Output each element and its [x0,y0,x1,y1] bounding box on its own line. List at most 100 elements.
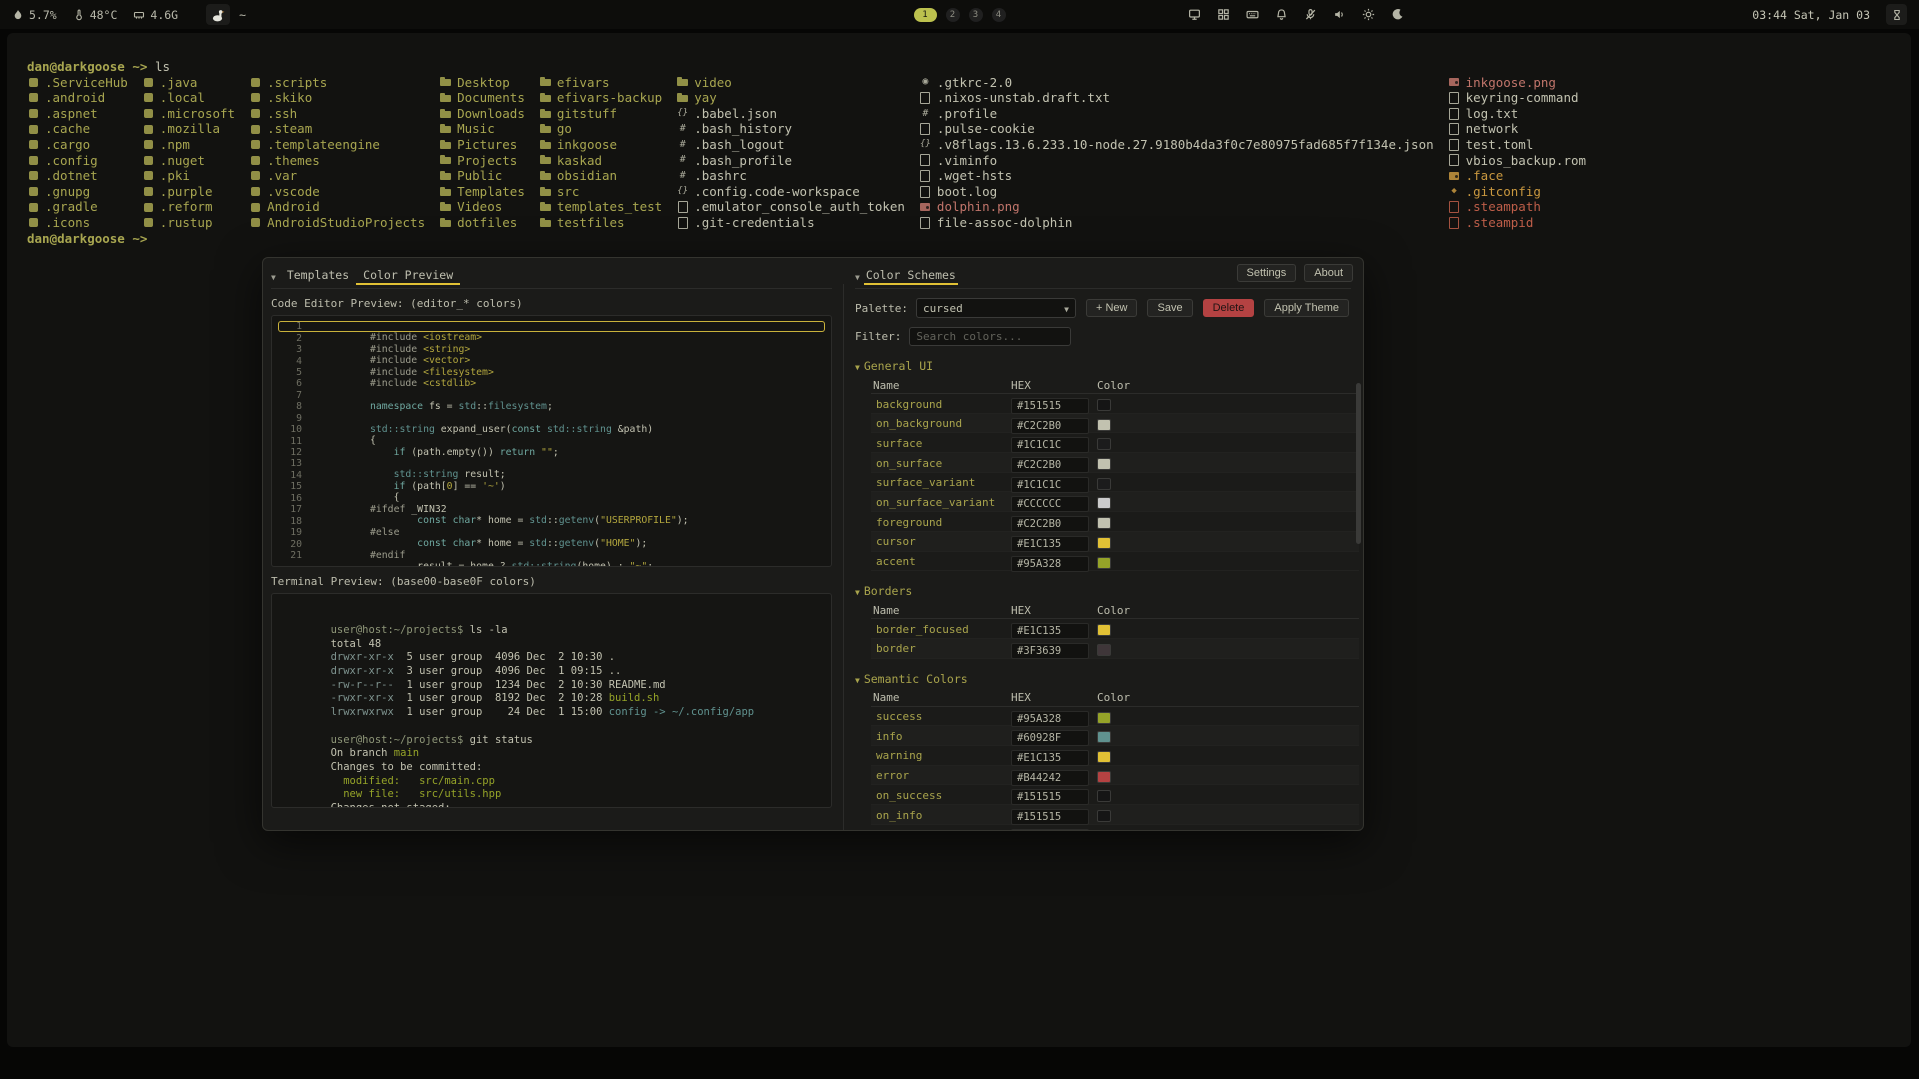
color-swatch[interactable] [1097,557,1111,569]
line-number: 10 [278,424,302,435]
hex-input[interactable]: #C2C2B0 [1011,418,1089,434]
file-type-icon [142,154,155,166]
color-swatch[interactable] [1097,712,1111,724]
file-type-icon [539,201,552,213]
ls-entry: .dotnet [27,168,128,184]
tab-color-schemes[interactable]: Color Schemes [864,267,958,285]
color-swatch[interactable] [1097,644,1111,656]
ls-entry-name: .cache [45,121,90,137]
color-swatch[interactable] [1097,751,1111,763]
color-swatch[interactable] [1097,810,1111,822]
new-palette-button[interactable]: + New [1086,299,1138,317]
save-button[interactable]: Save [1147,299,1192,317]
ls-entry-name: boot.log [937,184,997,200]
hex-input[interactable]: #C2C2B0 [1011,516,1089,532]
palette-label: Palette: [855,302,908,315]
ls-entry-name: .java [160,75,198,91]
mic-off-icon[interactable] [1304,8,1317,21]
delete-button[interactable]: Delete [1203,299,1255,317]
color-swatch[interactable] [1097,438,1111,450]
color-swatch[interactable] [1097,731,1111,743]
ls-entry: dotfiles [439,215,525,231]
preview-tab[interactable]: Color Preview [356,267,460,285]
file-type-icon [249,76,262,88]
workspace-button[interactable]: 3 [969,8,983,22]
color-name: warning [873,749,1011,762]
about-button[interactable]: About [1304,264,1353,282]
section-header[interactable]: Borders [855,584,1351,598]
file-type-icon [676,154,689,166]
chevron-down-icon[interactable] [271,269,276,283]
volume-icon[interactable] [1333,8,1346,21]
color-swatch[interactable] [1097,399,1111,411]
color-row: on_success #151515 [871,785,1359,805]
apps-icon[interactable] [1217,8,1230,21]
hex-input[interactable]: #95A328 [1011,711,1089,727]
workspace-button[interactable]: 4 [992,8,1006,22]
session-button[interactable] [1886,4,1907,25]
palette-dropdown[interactable]: cursed [916,298,1076,318]
ls-entry-name: Downloads [457,106,525,122]
hex-input[interactable]: #3F3639 [1011,643,1089,659]
hex-input[interactable]: #1C1C1C [1011,477,1089,493]
color-swatch[interactable] [1097,517,1111,529]
settings-button[interactable]: Settings [1237,264,1297,282]
clock[interactable]: 03:44 Sat, Jan 03 [1752,8,1870,22]
hex-input[interactable]: #C2C2B0 [1011,457,1089,473]
scrollbar-thumb[interactable] [1356,383,1361,544]
hex-input[interactable]: #151515 [1011,809,1089,825]
workspace-button[interactable]: 2 [946,8,960,22]
ls-entry: Downloads [439,106,525,122]
hex-input[interactable]: #151515 [1011,398,1089,414]
hex-input[interactable]: #E1C135 [1011,623,1089,639]
section-header[interactable]: General UI [855,359,1351,373]
color-swatch[interactable] [1097,771,1111,783]
moon-icon[interactable] [1391,8,1404,21]
display-icon[interactable] [1188,8,1201,21]
preview-tab[interactable]: Templates [280,267,356,285]
hex-input[interactable]: #1C1C1C [1011,437,1089,453]
sun-icon[interactable] [1362,8,1375,21]
hex-input[interactable]: #E1C135 [1011,536,1089,552]
color-swatch[interactable] [1097,497,1111,509]
file-type-icon [539,139,552,151]
ls-entry-name: .reform [160,199,213,215]
prompt-line-2[interactable]: dan@darkgoose ~> [27,231,1891,247]
bell-icon[interactable] [1275,8,1288,21]
ls-entry-name: log.txt [1466,106,1519,122]
ls-entry-name: .config [45,153,98,169]
color-swatch[interactable] [1097,458,1111,470]
ls-entry-name: .babel.json [694,106,777,122]
filter-input[interactable] [909,327,1071,346]
hex-input[interactable]: #60928F [1011,730,1089,746]
keyboard-icon[interactable] [1246,8,1259,21]
chevron-down-icon[interactable] [855,269,860,283]
hex-input[interactable]: #B44242 [1011,770,1089,786]
color-swatch[interactable] [1097,419,1111,431]
app-launcher[interactable] [206,4,230,25]
workspace-button[interactable]: 1 [914,8,937,22]
file-type-icon [249,201,262,213]
file-type-icon [539,186,552,198]
file-type-icon [27,201,40,213]
line-number: 6 [278,378,302,389]
file-type-icon [919,92,932,104]
section-header[interactable]: Semantic Colors [855,672,1351,686]
color-name: border [873,642,1011,655]
ls-entry-name: .git-credentials [694,215,814,231]
hex-input[interactable]: #151515 [1011,789,1089,805]
hex-input[interactable]: #151515 [1011,829,1089,830]
color-swatch[interactable] [1097,478,1111,490]
hex-input[interactable]: #CCCCCC [1011,496,1089,512]
file-type-icon [249,170,262,182]
color-swatch[interactable] [1097,790,1111,802]
apply-theme-button[interactable]: Apply Theme [1264,299,1349,317]
hex-input[interactable]: #95A328 [1011,556,1089,572]
color-swatch[interactable] [1097,624,1111,636]
hex-input[interactable]: #E1C135 [1011,750,1089,766]
color-swatch[interactable] [1097,537,1111,549]
ls-entry: .templateengine [249,137,425,153]
ls-entry-name: .bash_profile [694,153,792,169]
scrollbar[interactable] [1356,286,1361,824]
editor-preview-label: Code Editor Preview: (editor_* colors) [271,297,832,310]
